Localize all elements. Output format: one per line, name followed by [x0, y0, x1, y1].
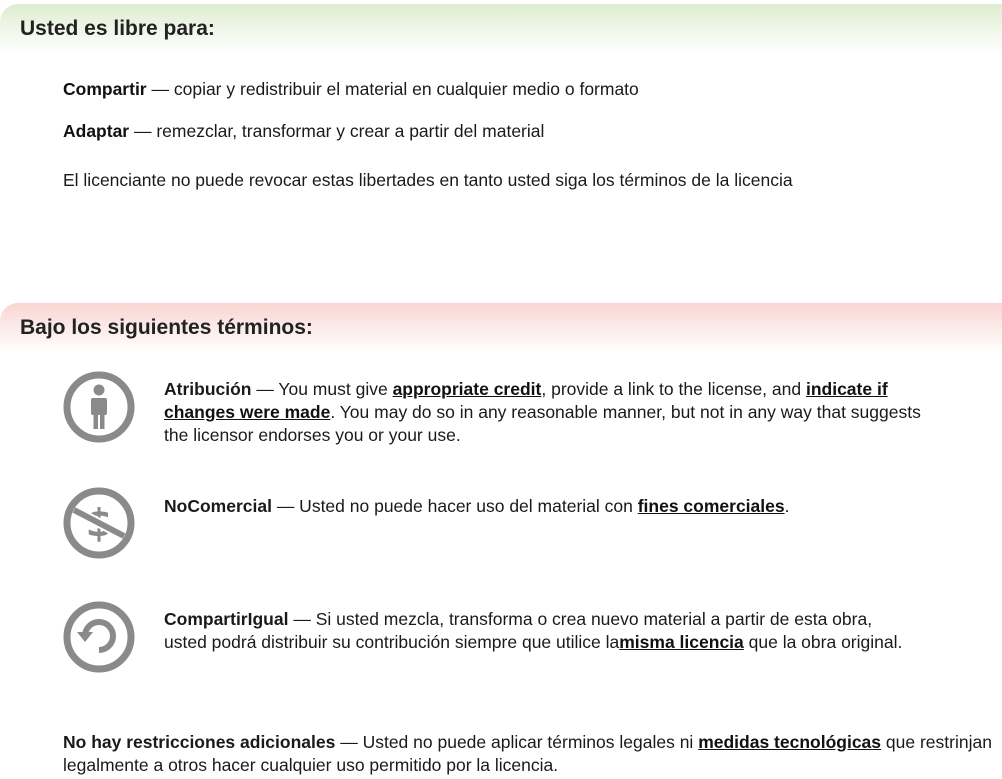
non-commercial-dollar-icon: $ [63, 487, 135, 559]
terms-section-header: Bajo los siguientes términos: [0, 303, 1002, 353]
noncommercial-term: NoComercial — Usted no puede hacer uso d… [164, 495, 944, 518]
noncommercial-text-1: — Usted no puede hacer uso del material … [271, 496, 638, 516]
noncommercial-text-2: . [784, 496, 790, 516]
free-section-header: Usted es libre para: [0, 4, 1002, 54]
attribution-person-icon [63, 371, 135, 443]
no-restrictions-label: No hay restricciones adicionales [63, 732, 336, 752]
sharealike-label: CompartirIgual [164, 609, 289, 629]
sharealike-term: CompartirIgual — Si usted mezcla, transf… [164, 608, 904, 654]
share-alike-icon [63, 601, 135, 673]
technological-measures-link[interactable]: medidas tecnológicas [698, 732, 881, 752]
same-license-link[interactable]: misma licencia [619, 632, 744, 652]
no-restrictions-text-1: — Usted no puede aplicar términos legale… [335, 732, 699, 752]
irrevocable-note: El licenciante no puede revocar estas li… [63, 170, 793, 190]
attribution-term: Atribución — You must give appropriate c… [164, 378, 944, 447]
commercial-purposes-link[interactable]: fines comerciales [638, 496, 785, 516]
share-text: — copiar y redistribuir el material en c… [146, 79, 639, 99]
adapt-label: Adaptar [63, 121, 130, 141]
share-freedom: Compartir — copiar y redistribuir el mat… [63, 78, 639, 101]
noncommercial-label: NoComercial [164, 496, 272, 516]
sharealike-text-2: que la obra original. [743, 632, 903, 652]
attribution-text-2: , provide a link to the license, and [541, 379, 806, 399]
attribution-label: Atribución [164, 379, 252, 399]
no-restrictions-term: No hay restricciones adicionales — Usted… [63, 731, 998, 777]
attribution-text-1: — You must give [251, 379, 393, 399]
adapt-text: — remezclar, transformar y crear a parti… [129, 121, 545, 141]
terms-section-title: Bajo los siguientes términos: [20, 316, 313, 339]
free-section-title: Usted es libre para: [20, 17, 215, 40]
appropriate-credit-link[interactable]: appropriate credit [393, 379, 542, 399]
adapt-freedom: Adaptar — remezclar, transformar y crear… [63, 120, 544, 143]
share-label: Compartir [63, 79, 147, 99]
